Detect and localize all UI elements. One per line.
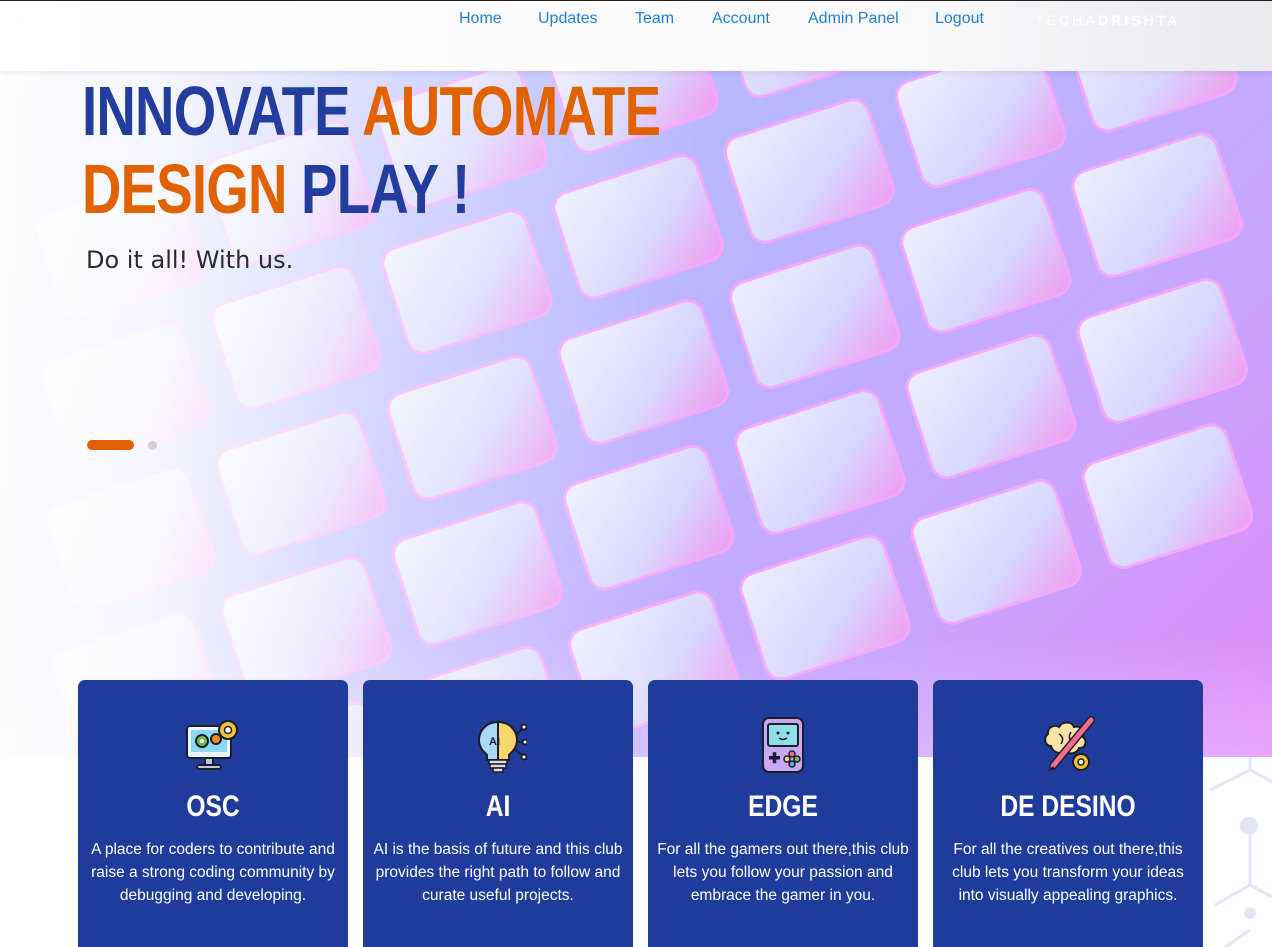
- top-navbar: Home Updates Team Account Admin Panel Lo…: [0, 0, 1272, 71]
- monitor-gears-icon: [186, 720, 238, 770]
- card-title: AI: [485, 790, 511, 823]
- card-description: A place for coders to contribute and rai…: [91, 841, 335, 904]
- headline-word-innovate: INNOVATE: [82, 72, 351, 150]
- headline-line-1: INNOVATE AUTOMATE: [82, 72, 661, 150]
- hero-headline: INNOVATE AUTOMATE DESIGN PLAY !: [82, 72, 661, 228]
- card-title: DE DESINO: [1000, 790, 1136, 823]
- card-title: OSC: [186, 790, 240, 823]
- nav-link-home[interactable]: Home: [459, 10, 502, 28]
- nav-link-account[interactable]: Account: [712, 10, 770, 28]
- nav-link-logout[interactable]: Logout: [935, 10, 984, 28]
- card-title: EDGE: [748, 790, 818, 823]
- headline-word-design: DESIGN: [82, 150, 287, 228]
- card-description: For all the creatives out there,this clu…: [952, 841, 1184, 904]
- carousel-dot[interactable]: [148, 441, 157, 450]
- hero-subtitle: Do it all! With us.: [86, 246, 294, 274]
- ai-bulb-icon: AI: [477, 720, 527, 773]
- brand-logo-text[interactable]: TECHADRISHTA: [1035, 12, 1180, 28]
- card-description: For all the gamers out there,this club l…: [657, 841, 909, 904]
- club-card-ai[interactable]: AI AI AI is the basis of future and this…: [363, 680, 633, 947]
- carousel-dot-active[interactable]: [87, 440, 134, 450]
- svg-text:AI: AI: [489, 736, 500, 748]
- nav-link-admin-panel[interactable]: Admin Panel: [808, 10, 899, 28]
- creative-brain-icon: [1044, 716, 1095, 772]
- nav-link-updates[interactable]: Updates: [538, 10, 598, 28]
- club-card-de-desino[interactable]: DE DESINO For all the creatives out ther…: [933, 680, 1203, 947]
- club-card-edge[interactable]: EDGE For all the gamers out there,this c…: [648, 680, 918, 947]
- headline-word-play: PLAY !: [301, 150, 470, 228]
- card-description: AI is the basis of future and this club …: [373, 841, 623, 904]
- nav-link-team[interactable]: Team: [635, 10, 674, 28]
- gameboy-icon: [762, 717, 804, 773]
- headline-line-2: DESIGN PLAY !: [82, 150, 660, 228]
- headline-word-automate: AUTOMATE: [362, 72, 661, 150]
- club-card-osc[interactable]: OSC A place for coders to contribute and…: [78, 680, 348, 947]
